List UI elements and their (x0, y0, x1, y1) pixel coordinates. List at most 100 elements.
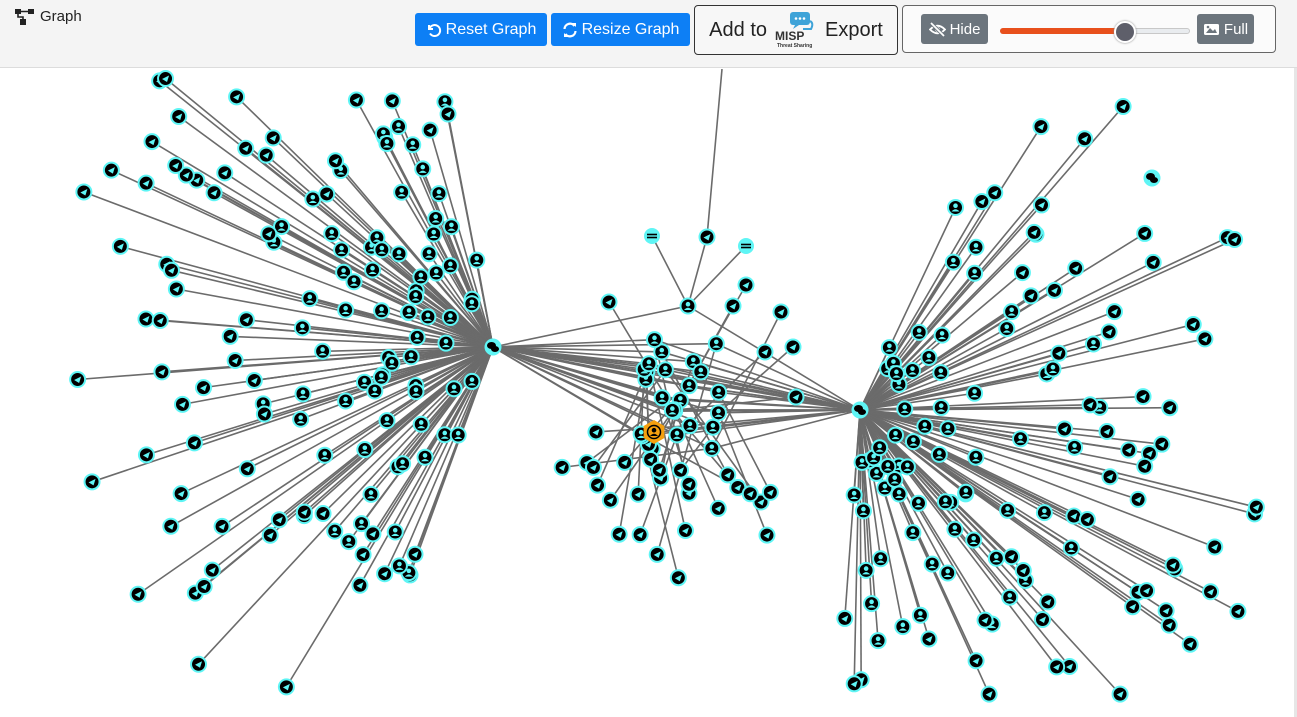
node-telegram[interactable] (1105, 303, 1123, 321)
node-telegram[interactable] (364, 525, 382, 543)
node-user[interactable] (430, 185, 448, 203)
node-user[interactable] (923, 555, 941, 573)
node-telegram[interactable] (1134, 388, 1152, 406)
node-user[interactable] (437, 334, 455, 352)
node-chat[interactable] (1143, 169, 1161, 187)
node-telegram[interactable] (295, 503, 313, 521)
node-telegram[interactable] (270, 511, 288, 529)
node-telegram[interactable] (237, 139, 255, 157)
node-user[interactable] (898, 458, 916, 476)
node-telegram[interactable] (1003, 548, 1021, 566)
node-telegram[interactable] (986, 184, 1004, 202)
node-user[interactable] (663, 401, 681, 419)
node-telegram[interactable] (976, 611, 994, 629)
node-telegram[interactable] (153, 363, 171, 381)
node-telegram[interactable] (1120, 441, 1138, 459)
node-telegram[interactable] (376, 565, 394, 583)
resize-graph-button[interactable]: Resize Graph (551, 13, 690, 46)
node-telegram[interactable] (277, 678, 295, 696)
node-user[interactable] (965, 531, 983, 549)
node-telegram[interactable] (1229, 602, 1247, 620)
node-user[interactable] (441, 308, 459, 326)
node-telegram[interactable] (1100, 323, 1118, 341)
node-telegram[interactable] (260, 225, 278, 243)
node-telegram[interactable] (1022, 287, 1040, 305)
node-telegram[interactable] (221, 327, 239, 345)
node-telegram[interactable] (1081, 396, 1099, 414)
node-user[interactable] (400, 303, 418, 321)
node-telegram[interactable] (264, 129, 282, 147)
node-user[interactable] (425, 225, 443, 243)
node-telegram[interactable] (1078, 511, 1096, 529)
node-user[interactable] (886, 470, 904, 488)
node-user[interactable] (356, 441, 374, 459)
full-button[interactable]: Full (1197, 14, 1254, 44)
node-telegram[interactable] (741, 485, 759, 503)
node-telegram[interactable] (245, 371, 263, 389)
node-telegram[interactable] (75, 183, 93, 201)
node-telegram[interactable] (584, 458, 602, 476)
node-telegram[interactable] (610, 525, 628, 543)
node-user[interactable] (292, 410, 310, 428)
node-telegram[interactable] (421, 121, 439, 139)
node-user[interactable] (333, 241, 351, 259)
node-telegram[interactable] (137, 310, 155, 328)
node-telegram[interactable] (784, 338, 802, 356)
node-user[interactable] (463, 372, 481, 390)
node-telegram[interactable] (1098, 423, 1116, 441)
node-user[interactable] (445, 380, 463, 398)
node-user[interactable] (640, 355, 658, 373)
hide-button[interactable]: Hide (921, 14, 988, 44)
node-telegram[interactable] (920, 630, 938, 648)
node-telegram[interactable] (724, 297, 742, 315)
node-user[interactable] (681, 417, 699, 435)
node-user[interactable] (407, 288, 425, 306)
node-telegram[interactable] (1046, 281, 1064, 299)
node-user[interactable] (1012, 430, 1030, 448)
node-user[interactable] (378, 412, 396, 430)
node-user[interactable] (408, 328, 426, 346)
node-user[interactable] (653, 389, 671, 407)
node-telegram[interactable] (318, 185, 336, 203)
node-user[interactable] (373, 241, 391, 259)
node-telegram[interactable] (439, 105, 457, 123)
node-telegram[interactable] (1136, 224, 1154, 242)
node-telegram[interactable] (650, 461, 668, 479)
node-user[interactable] (939, 420, 957, 438)
node-user[interactable] (416, 448, 434, 466)
node-telegram[interactable] (170, 107, 188, 125)
node-telegram[interactable] (195, 379, 213, 397)
node-telegram[interactable] (167, 280, 185, 298)
node-user[interactable] (293, 319, 311, 337)
node-telegram[interactable] (213, 517, 231, 535)
node-user[interactable] (412, 268, 430, 286)
node-user[interactable] (999, 501, 1017, 519)
node-user[interactable] (463, 295, 481, 313)
node-user[interactable] (932, 364, 950, 382)
node-size-slider[interactable] (1000, 21, 1190, 43)
node-user[interactable] (326, 522, 344, 540)
node-user[interactable] (407, 383, 425, 401)
node-user[interactable] (947, 199, 965, 217)
node-user[interactable] (402, 348, 420, 366)
node-telegram[interactable] (261, 526, 279, 544)
node-user[interactable] (316, 446, 334, 464)
node-telegram[interactable] (257, 146, 275, 164)
node-telegram[interactable] (1184, 315, 1202, 333)
node-telegram[interactable] (1144, 253, 1162, 271)
node-user[interactable] (933, 326, 951, 344)
node-telegram[interactable] (205, 184, 223, 202)
reset-graph-button[interactable]: Reset Graph (415, 13, 547, 46)
node-telegram[interactable] (1161, 399, 1179, 417)
node-user[interactable] (372, 368, 390, 386)
node-telegram[interactable] (1101, 468, 1119, 486)
node-user[interactable] (939, 564, 957, 582)
node-telegram[interactable] (1136, 457, 1154, 475)
node-user[interactable] (957, 483, 975, 501)
node-telegram[interactable] (600, 293, 618, 311)
node-telegram[interactable] (216, 164, 234, 182)
node-telegram[interactable] (190, 655, 208, 673)
node-user[interactable] (390, 245, 408, 263)
node-user[interactable] (366, 382, 384, 400)
node-telegram[interactable] (1206, 538, 1224, 556)
